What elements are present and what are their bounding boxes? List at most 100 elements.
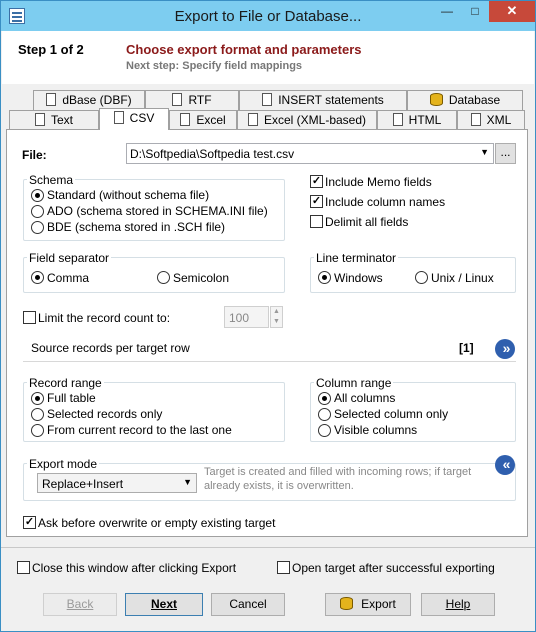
columns-all-radio[interactable] (318, 392, 331, 405)
close-window-label: Close this window after clicking Export (32, 561, 237, 575)
back-label: Back (66, 597, 94, 611)
help-label: Help (445, 597, 471, 611)
tab-divider (6, 129, 528, 130)
document-icon (180, 113, 191, 126)
line-terminator-title: Line terminator (314, 251, 399, 265)
columns-visible-label: Visible columns (334, 423, 418, 437)
collapse-back-icon[interactable]: « (495, 455, 515, 475)
document-icon (470, 113, 481, 126)
export-mode-value: Replace+Insert (42, 477, 124, 491)
database-icon (340, 597, 354, 610)
tab-label: RTF (188, 93, 212, 107)
browse-button[interactable]: ... (495, 143, 516, 164)
footer-separator (1, 547, 535, 548)
tab-label: HTML (408, 113, 442, 127)
range-selected-radio[interactable] (31, 408, 44, 421)
next-button[interactable]: Next (125, 593, 203, 616)
tab-label: Database (448, 93, 501, 107)
limit-record-count-label: Limit the record count to: (38, 311, 171, 325)
delimit-all-label: Delimit all fields (325, 215, 409, 229)
close-window-checkbox[interactable] (17, 561, 30, 574)
separator-comma-radio[interactable] (31, 271, 44, 284)
include-memo-checkbox[interactable]: ✓ (310, 175, 323, 188)
next-step-hint: Next step: Specify field mappings (126, 60, 303, 72)
tab-rtf[interactable]: RTF (145, 90, 239, 110)
tab-label: Excel (XML-based) (263, 113, 367, 127)
record-count-value: 100 (229, 311, 250, 325)
tab-database[interactable]: Database (407, 90, 523, 110)
record-count-input[interactable]: 100 (224, 306, 269, 328)
range-selected-label: Selected records only (47, 407, 163, 421)
terminator-windows-label: Windows (334, 271, 383, 285)
export-dialog: Export to File or Database... — □ ✕ Step… (0, 0, 536, 632)
source-separator (23, 361, 516, 362)
back-button[interactable]: Back (43, 593, 117, 616)
range-current-radio[interactable] (31, 424, 44, 437)
terminator-unix-label: Unix / Linux (431, 271, 494, 285)
export-button[interactable]: Export (325, 593, 411, 616)
expand-forward-icon[interactable]: » (495, 339, 515, 359)
chevron-down-icon: ▼ (183, 477, 192, 487)
columns-visible-radio[interactable] (318, 424, 331, 437)
help-button[interactable]: Help (421, 593, 495, 616)
schema-title: Schema (27, 173, 76, 187)
tab-csv[interactable]: CSV (99, 108, 169, 130)
range-full-table-radio[interactable] (31, 392, 44, 405)
columns-selected-radio[interactable] (318, 408, 331, 421)
document-icon (262, 93, 273, 106)
ask-overwrite-label: Ask before overwrite or empty existing t… (38, 516, 276, 530)
source-records-label: Source records per target row (31, 341, 190, 355)
csv-options-panel: File: D:\Softpedia\Softpedia test.csv ▼ … (6, 129, 528, 537)
terminator-unix-radio[interactable] (415, 271, 428, 284)
export-label: Export (361, 597, 396, 611)
terminator-windows-radio[interactable] (318, 271, 331, 284)
separator-comma-label: Comma (47, 271, 90, 285)
tab-label: Excel (196, 113, 226, 127)
schema-ado-radio[interactable] (31, 205, 44, 218)
export-mode-title: Export mode (27, 457, 100, 471)
schema-bde-label: BDE (schema stored in .SCH file) (47, 220, 226, 234)
tab-text[interactable]: Text (9, 110, 99, 130)
delimit-all-checkbox[interactable] (310, 215, 323, 228)
document-icon (113, 111, 124, 124)
file-path-combo[interactable]: D:\Softpedia\Softpedia test.csv ▼ (126, 143, 494, 164)
maximize-button[interactable]: □ (461, 1, 489, 22)
limit-record-count-checkbox[interactable] (23, 311, 36, 324)
range-full-table-label: Full table (47, 391, 96, 405)
schema-bde-radio[interactable] (31, 221, 44, 234)
document-icon (46, 93, 57, 106)
step-indicator: Step 1 of 2 (18, 42, 84, 57)
columns-all-label: All columns (334, 391, 396, 405)
record-range-title: Record range (27, 376, 104, 390)
chevron-down-icon[interactable]: ▼ (480, 147, 489, 157)
record-count-spinner[interactable]: ▲ ▼ (270, 306, 283, 328)
ask-overwrite-checkbox[interactable]: ✓ (23, 516, 36, 529)
tab-excel[interactable]: Excel (169, 110, 237, 130)
page-title: Choose export format and parameters (126, 42, 362, 57)
separator-semicolon-label: Semicolon (173, 271, 230, 285)
export-mode-note: Target is created and filled with incomi… (204, 466, 472, 492)
tab-xml[interactable]: XML (457, 110, 525, 130)
schema-standard-radio[interactable] (31, 189, 44, 202)
tab-insert-statements[interactable]: INSERT statements (239, 90, 407, 110)
minimize-button[interactable]: — (433, 1, 461, 22)
document-icon (392, 113, 403, 126)
range-current-label: From current record to the last one (47, 423, 232, 437)
export-mode-select[interactable]: Replace+Insert ▼ (37, 473, 197, 493)
source-records-count: [1] (459, 341, 474, 355)
tab-label: CSV (129, 111, 155, 125)
tab-label: XML (486, 113, 512, 127)
include-column-names-checkbox[interactable]: ✓ (310, 195, 323, 208)
tab-excel-xml[interactable]: Excel (XML-based) (237, 110, 377, 130)
open-target-checkbox[interactable] (277, 561, 290, 574)
cancel-button[interactable]: Cancel (211, 593, 285, 616)
document-icon (247, 113, 258, 126)
tab-label: INSERT statements (278, 93, 384, 107)
document-icon (172, 93, 183, 106)
close-button[interactable]: ✕ (489, 1, 535, 22)
separator-semicolon-radio[interactable] (157, 271, 170, 284)
schema-standard-label: Standard (without schema file) (47, 188, 210, 202)
field-separator-title: Field separator (27, 251, 112, 265)
tab-dbase[interactable]: dBase (DBF) (33, 90, 145, 110)
tab-html[interactable]: HTML (377, 110, 457, 130)
